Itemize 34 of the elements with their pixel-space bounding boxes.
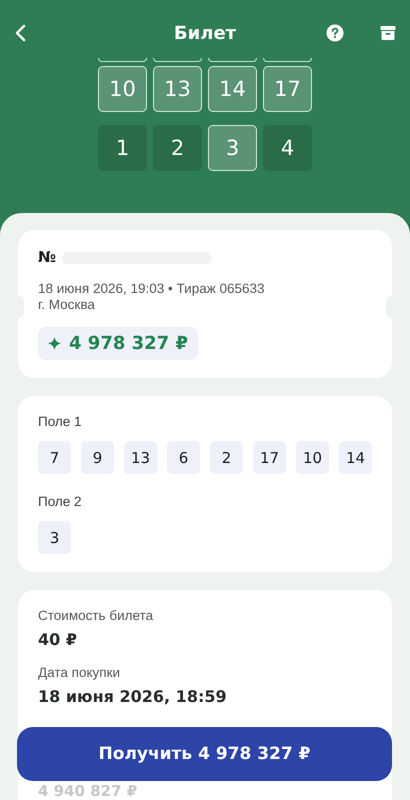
detail-value: 18 июня 2026, 18:59 [38, 687, 228, 706]
screen-title: Билет [174, 22, 236, 44]
help-icon[interactable] [326, 24, 344, 42]
number-tile[interactable]: 14 [208, 66, 257, 112]
number-chip: 2 [210, 441, 243, 474]
number-tile[interactable]: 3 [208, 125, 257, 171]
number-tile[interactable]: 17 [263, 66, 312, 112]
detail-label: Дата покупки [38, 665, 122, 680]
number-chip: 7 [38, 441, 71, 474]
prize-badge: 4 978 327 ₽ [38, 327, 198, 360]
number-chip: 9 [81, 441, 114, 474]
number-chip: 6 [167, 441, 200, 474]
sparkle-icon [48, 337, 61, 350]
field-title: Поле 1 [38, 414, 83, 429]
number-chip: 14 [339, 441, 372, 474]
detail-value: 4 940 827 ₽ [38, 783, 138, 800]
field-title: Поле 2 [38, 494, 83, 509]
number-tile[interactable]: 4 [263, 125, 312, 171]
number-chip: 10 [296, 441, 329, 474]
number-tile[interactable]: 13 [153, 66, 202, 112]
ticket-number: № [38, 248, 56, 266]
draw-info: 18 июня 2026, 19:03 • Тираж 065633 [38, 281, 266, 297]
number-tile[interactable]: 1 [98, 125, 147, 171]
claim-button[interactable]: Получить 4 978 327 ₽ [17, 727, 392, 781]
number-tile[interactable]: 10 [98, 66, 147, 112]
number-chip: 3 [38, 521, 71, 554]
detail-value: 40 ₽ [38, 630, 78, 649]
detail-label: Стоимость билета [38, 608, 154, 623]
number-tile[interactable]: 2 [153, 125, 202, 171]
number-chip: 13 [124, 441, 157, 474]
archive-icon[interactable] [380, 25, 396, 41]
back-icon[interactable] [14, 24, 26, 42]
number-chip: 17 [253, 441, 286, 474]
city-label: г. Москва [38, 297, 96, 313]
